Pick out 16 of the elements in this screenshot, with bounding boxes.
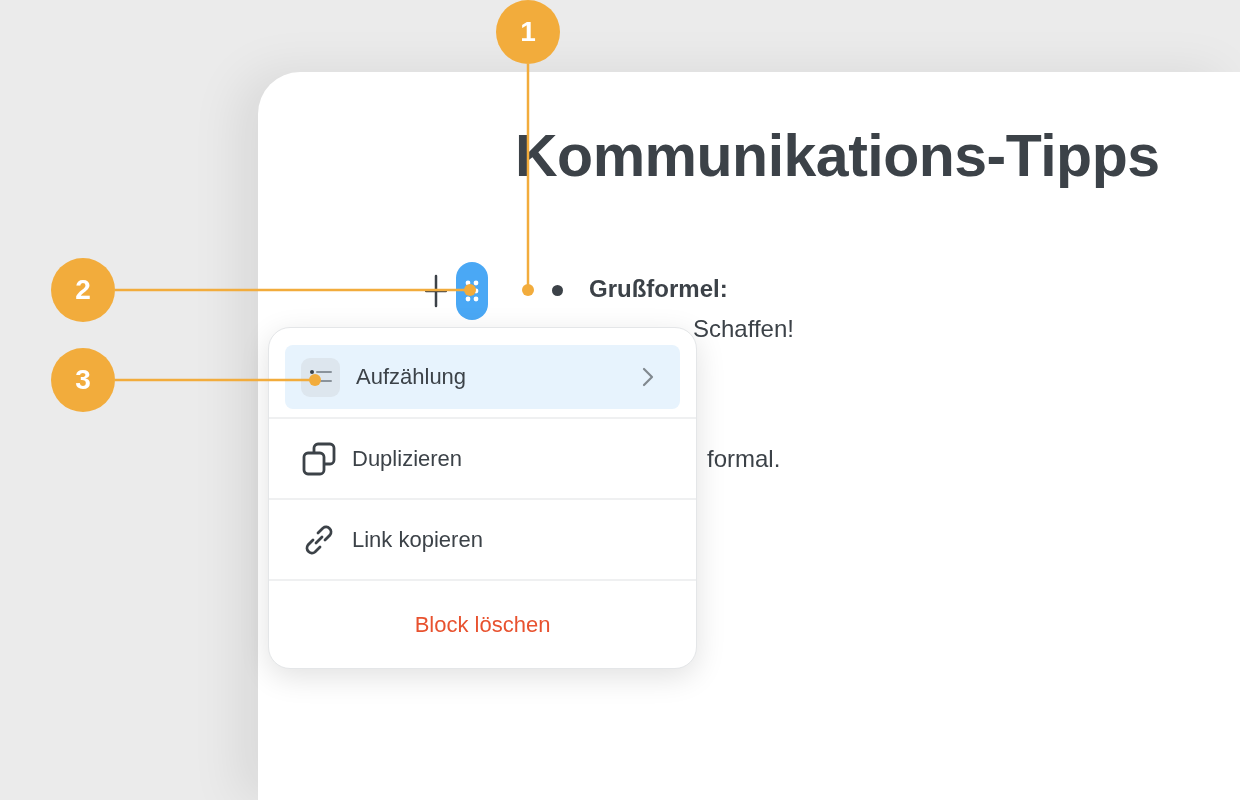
drag-handle[interactable] — [456, 262, 488, 320]
paragraph-text: formal. — [707, 444, 781, 474]
bullet-list-icon — [301, 357, 340, 397]
bullet-dot — [552, 285, 563, 296]
chevron-right-icon — [642, 367, 654, 388]
delete-menu-item[interactable]: Block löschen — [269, 581, 696, 668]
add-block-icon[interactable] — [425, 274, 447, 308]
callout-number: 1 — [496, 0, 560, 64]
callout-number: 3 — [51, 348, 115, 412]
menu-item[interactable]: Aufzählung — [285, 345, 680, 410]
callout-number: 2 — [51, 258, 115, 322]
duplicate-icon — [302, 441, 336, 476]
menu-item[interactable]: Link kopieren — [269, 500, 696, 580]
bullet-label: Grußformel: — [589, 274, 728, 304]
bullet-text: Schaffen! — [693, 314, 794, 344]
menu-item[interactable]: Duplizieren — [269, 419, 696, 499]
